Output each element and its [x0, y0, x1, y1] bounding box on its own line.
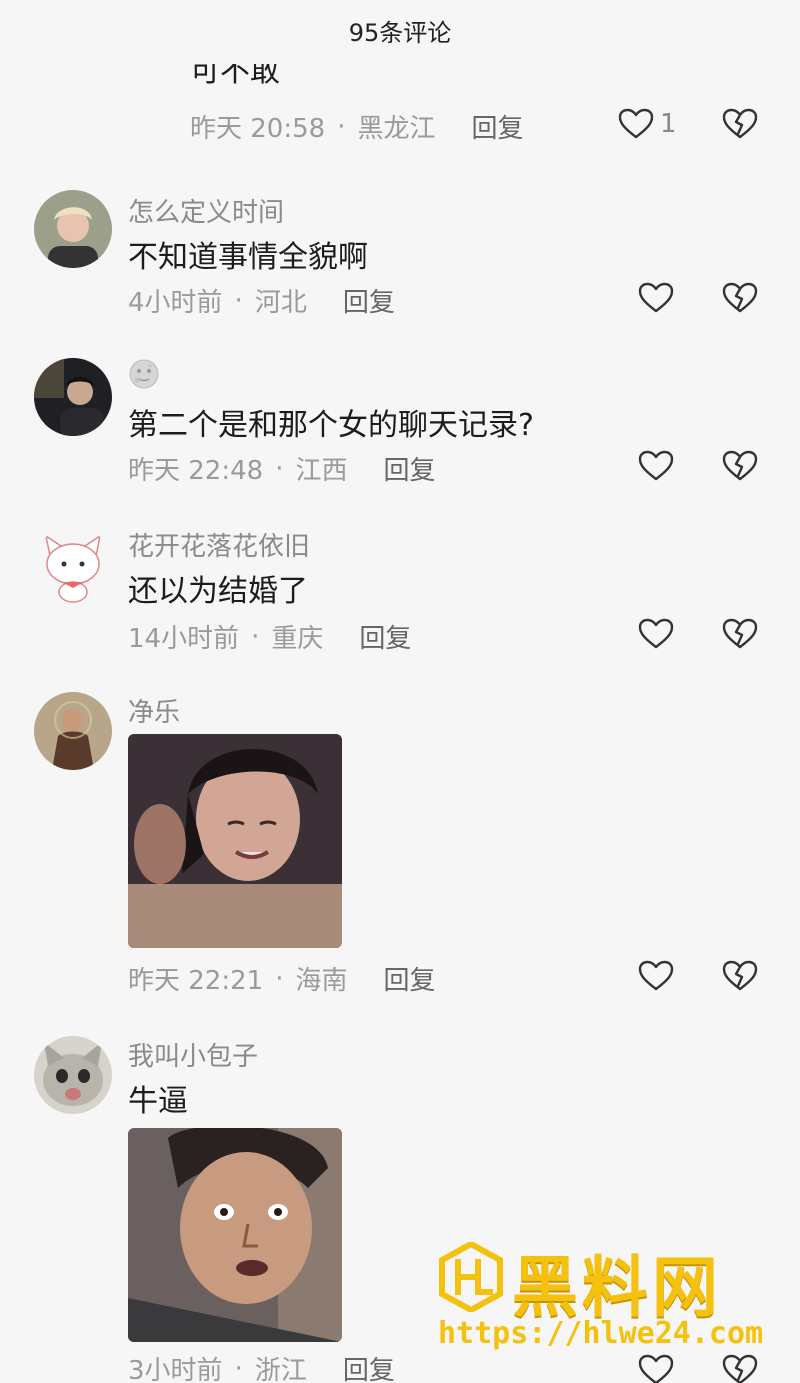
like-button[interactable]: [638, 618, 674, 650]
comment-time: 昨天 20:58: [190, 114, 326, 144]
heart-icon: [638, 450, 674, 481]
comment-location: 黑龙江: [357, 114, 436, 144]
broken-heart-icon: [722, 282, 758, 313]
comment-item: 第二个是和那个女的聊天记录? 昨天 22:48 · 江西 回复: [0, 340, 800, 510]
separator: ·: [275, 453, 284, 484]
comment-location: 河北: [254, 288, 307, 318]
moon-emoji-icon: [128, 358, 160, 390]
broken-heart-icon: [722, 960, 758, 991]
avatar-image: [34, 190, 112, 268]
comment-image[interactable]: [128, 1128, 342, 1342]
comment-meta: 昨天 20:58 · 黑龙江 回复: [190, 108, 524, 145]
comments-page: 95条评论 可不敢 昨天 20:58 · 黑龙江 回复 1 怎么定义时间 不知道…: [0, 0, 800, 1383]
separator: ·: [234, 285, 243, 316]
comment-time: 昨天 22:21: [128, 966, 264, 996]
like-button[interactable]: 1: [618, 108, 677, 140]
reply-button[interactable]: 回复: [471, 108, 523, 145]
comment-meta: 14小时前 · 重庆 回复: [128, 618, 411, 655]
comment-username[interactable]: 我叫小包子: [128, 1036, 258, 1073]
avatar-image: [34, 526, 112, 604]
comment-username[interactable]: 花开花落花依旧: [128, 526, 310, 563]
heart-icon: [638, 618, 674, 649]
watermark-url: https://hlwe24.com: [438, 1316, 764, 1351]
comment-username[interactable]: 净乐: [128, 692, 180, 729]
heart-icon: [638, 960, 674, 991]
user-avatar[interactable]: [34, 692, 112, 770]
dislike-button[interactable]: [722, 282, 758, 318]
dislike-button[interactable]: [722, 450, 758, 486]
separator: ·: [234, 1353, 243, 1383]
heart-icon: [638, 282, 674, 313]
comment-location: 重庆: [271, 624, 324, 654]
comment-location: 海南: [295, 966, 348, 996]
comment-item: 花开花落花依旧 还以为结婚了 14小时前 · 重庆 回复: [0, 510, 800, 680]
comment-time: 14小时前: [128, 624, 240, 654]
comment-meta: 昨天 22:21 · 海南 回复: [128, 960, 436, 997]
comment-meta: 昨天 22:48 · 江西 回复: [128, 450, 436, 487]
comment-image[interactable]: [128, 734, 342, 948]
comment-text: 第二个是和那个女的聊天记录?: [128, 408, 534, 443]
comment-item: 怎么定义时间 不知道事情全貌啊 4小时前 · 河北 回复: [0, 170, 800, 340]
comment-location: 江西: [295, 456, 348, 486]
separator: ·: [337, 111, 346, 142]
like-button[interactable]: [638, 450, 674, 482]
comment-time: 昨天 22:48: [128, 456, 264, 486]
user-avatar[interactable]: [34, 358, 112, 436]
user-avatar[interactable]: [34, 526, 112, 604]
user-avatar[interactable]: [34, 1036, 112, 1114]
comment-username[interactable]: 怎么定义时间: [128, 192, 284, 229]
comment-text: 还以为结婚了: [128, 574, 308, 609]
dislike-button[interactable]: [722, 108, 758, 144]
separator: ·: [251, 621, 260, 652]
broken-heart-icon: [722, 618, 758, 649]
comment-text: 牛逼: [128, 1084, 188, 1119]
image-woman-smiling: [128, 734, 342, 948]
watermark: 黑料网 https://hlwe24.com: [434, 1240, 774, 1360]
reply-button[interactable]: 回复: [383, 450, 435, 487]
comment-time: 3小时前: [128, 1356, 223, 1383]
watermark-logo-icon: [438, 1240, 504, 1314]
image-surprised-man: [128, 1128, 342, 1342]
comment-meta: 3小时前 · 浙江 回复: [128, 1350, 395, 1383]
like-button[interactable]: [638, 282, 674, 314]
avatar-image: [34, 692, 112, 770]
dislike-button[interactable]: [722, 618, 758, 654]
comment-text: 不知道事情全貌啊: [128, 240, 368, 275]
comment-text-clipped: 可不敢: [190, 64, 280, 89]
like-count: 1: [660, 109, 677, 139]
like-button[interactable]: [638, 960, 674, 992]
reply-button[interactable]: 回复: [343, 282, 395, 319]
separator: ·: [275, 963, 284, 994]
comment-meta: 4小时前 · 河北 回复: [128, 282, 395, 319]
comment-item: 净乐 昨天 22:21 · 海南 回复: [0, 680, 800, 1020]
comment-location: 浙江: [254, 1356, 307, 1383]
reply-button[interactable]: 回复: [343, 1350, 395, 1383]
comment-time: 4小时前: [128, 288, 223, 318]
avatar-image: [34, 1036, 112, 1114]
avatar-image: [34, 358, 112, 436]
heart-icon: [618, 108, 654, 139]
broken-heart-icon: [722, 108, 758, 139]
comment-item: 可不敢 昨天 20:58 · 黑龙江 回复 1: [0, 0, 800, 160]
user-avatar[interactable]: [34, 190, 112, 268]
broken-heart-icon: [722, 450, 758, 481]
reply-button[interactable]: 回复: [383, 960, 435, 997]
dislike-button[interactable]: [722, 960, 758, 996]
reply-button[interactable]: 回复: [359, 618, 411, 655]
